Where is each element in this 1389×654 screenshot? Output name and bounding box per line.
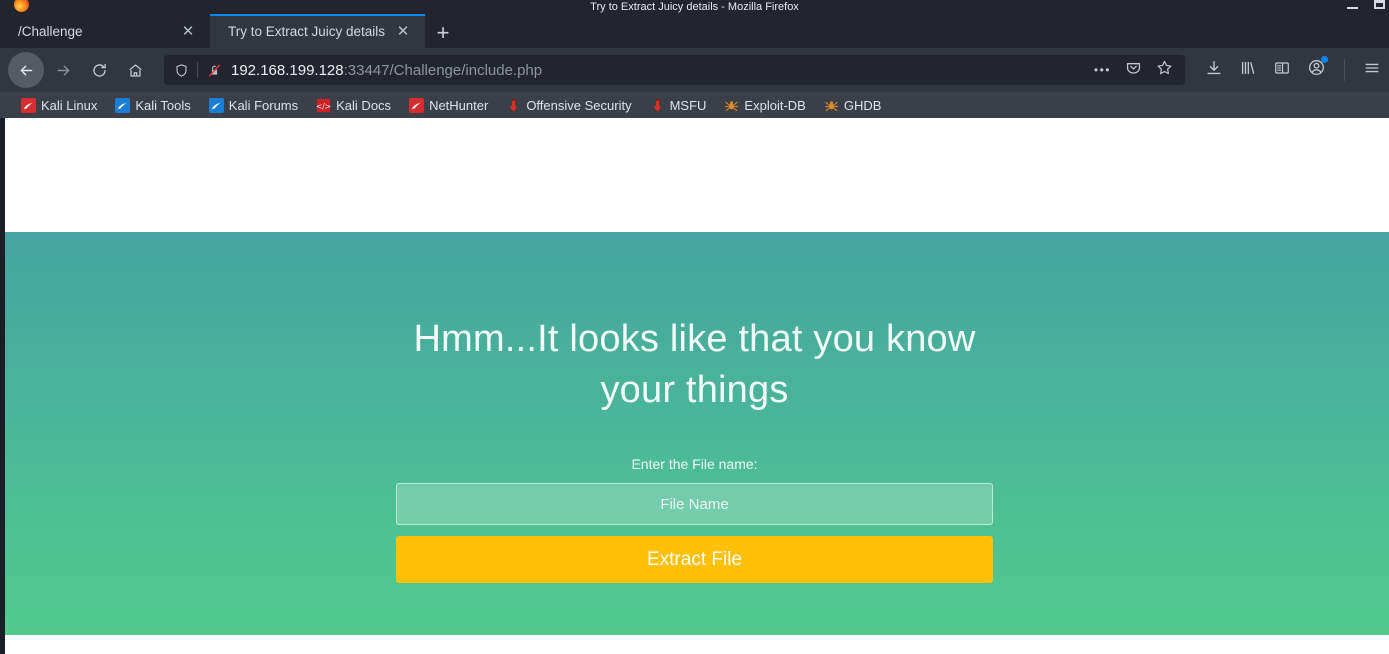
hero-section: Hmm...It looks like that you know your t… <box>0 232 1389 635</box>
page-title: Hmm...It looks like that you know your t… <box>413 318 976 411</box>
url-path: :33447/Challenge/include.php <box>343 61 543 79</box>
tab-try-to-extract-juicy-details[interactable]: Try to Extract Juicy details ✕ <box>210 14 426 48</box>
bookmark-label: Kali Forums <box>228 97 299 113</box>
hamburger-menu-icon[interactable] <box>1363 59 1381 82</box>
page-top-whitespace <box>0 118 1389 232</box>
bookmark-label: Kali Docs <box>336 97 392 113</box>
bookmark-label: Kali Linux <box>41 97 98 113</box>
bookmark-ghdb[interactable]: GHDB <box>815 94 891 116</box>
kali-tools-icon <box>115 97 131 113</box>
bookmark-label: MSFU <box>669 97 707 113</box>
bookmark-nethunter[interactable]: NetHunter <box>400 94 497 116</box>
window-controls <box>1347 0 1385 9</box>
nethunter-icon <box>409 97 425 113</box>
kali-dragon-icon <box>21 97 36 113</box>
url-text[interactable]: 192.168.199.128:33447/Challenge/include.… <box>231 62 1094 79</box>
file-name-label: Enter the File name: <box>631 456 758 472</box>
sidebar-icon[interactable] <box>1273 59 1291 82</box>
firefox-window: Try to Extract Juicy details - Mozilla F… <box>0 0 1389 654</box>
toolbar-divider <box>1344 59 1345 81</box>
bookmark-kali-tools[interactable]: Kali Tools <box>106 94 199 116</box>
bookmark-kali-docs[interactable]: </> Kali Docs <box>307 94 400 116</box>
kali-docs-icon: </> <box>316 98 331 112</box>
broken-lock-icon[interactable] <box>205 63 223 78</box>
msfu-icon <box>653 98 661 112</box>
bookmark-exploit-db[interactable]: Exploit-DB <box>715 94 814 116</box>
bookmark-offensive-security[interactable]: Offensive Security <box>497 94 640 116</box>
pocket-icon[interactable] <box>1125 59 1142 81</box>
ghdb-spider-icon <box>824 100 838 111</box>
window-title: Try to Extract Juicy details - Mozilla F… <box>590 1 799 13</box>
bookmarks-bar: Kali Linux Kali Tools Kali Forums </> Ka… <box>0 92 1389 118</box>
page-actions-ellipsis-icon[interactable]: ••• <box>1094 63 1111 77</box>
url-bar[interactable]: 192.168.199.128:33447/Challenge/include.… <box>164 55 1185 85</box>
exploitdb-spider-icon <box>725 100 739 111</box>
bookmark-label: GHDB <box>843 97 882 113</box>
new-tab-button[interactable]: + <box>425 18 461 48</box>
account-icon[interactable] <box>1307 56 1328 82</box>
tab-challenge[interactable]: /Challenge ✕ <box>0 14 210 48</box>
bookmark-label: Kali Tools <box>135 97 191 113</box>
title-bar: Try to Extract Juicy details - Mozilla F… <box>0 0 1389 14</box>
account-notification-badge <box>1321 56 1328 63</box>
forward-button[interactable] <box>46 53 80 87</box>
tab-close-icon[interactable]: ✕ <box>178 21 198 41</box>
file-name-input[interactable] <box>396 483 993 525</box>
bookmark-kali-linux[interactable]: Kali Linux <box>12 94 106 116</box>
minimize-button[interactable] <box>1347 7 1358 9</box>
bookmark-kali-forums[interactable]: Kali Forums <box>200 94 307 116</box>
back-button[interactable] <box>8 52 44 88</box>
bookmark-star-icon[interactable] <box>1156 59 1173 81</box>
bookmark-label: NetHunter <box>429 97 489 113</box>
page-viewport: Hmm...It looks like that you know your t… <box>0 118 1389 654</box>
svg-text:</>: </> <box>316 101 331 110</box>
page-bottom-whitespace <box>0 635 1389 654</box>
url-divider <box>197 62 198 78</box>
navigation-toolbar: 192.168.199.128:33447/Challenge/include.… <box>0 48 1389 92</box>
tab-close-icon[interactable]: ✕ <box>393 21 413 41</box>
bookmark-msfu[interactable]: MSFU <box>641 94 716 116</box>
maximize-button[interactable] <box>1374 0 1385 9</box>
tracking-protection-shield-icon[interactable] <box>172 63 190 78</box>
library-icon[interactable] <box>1239 59 1257 82</box>
bookmark-label: Exploit-DB <box>744 97 806 113</box>
extract-file-button[interactable]: Extract File <box>396 536 993 583</box>
tab-strip: /Challenge ✕ Try to Extract Juicy detail… <box>0 14 1389 48</box>
window-left-edge <box>0 118 5 654</box>
tab-title: Try to Extract Juicy details <box>228 23 386 39</box>
bookmark-label: Offensive Security <box>526 97 632 113</box>
tab-title: /Challenge <box>18 23 83 39</box>
url-host: 192.168.199.128 <box>231 61 344 79</box>
home-button[interactable] <box>118 53 152 87</box>
url-action-icons: ••• <box>1094 59 1177 81</box>
kali-forums-icon <box>208 97 224 113</box>
offsec-icon <box>510 98 518 112</box>
reload-button[interactable] <box>82 53 116 87</box>
toolbar-right-icons <box>1197 56 1381 82</box>
download-icon[interactable] <box>1205 59 1223 82</box>
